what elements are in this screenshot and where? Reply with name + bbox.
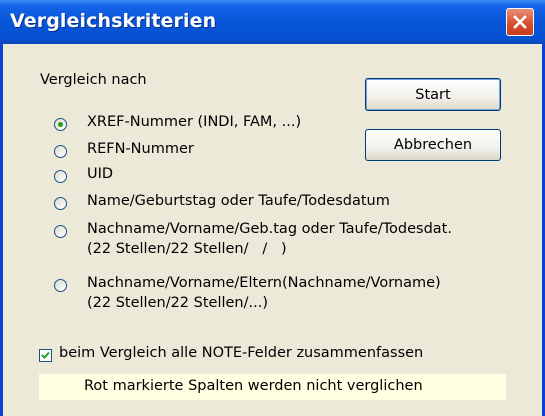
group-label: Vergleich nach — [40, 72, 147, 88]
radio-uid[interactable] — [54, 170, 67, 183]
checkmark-icon — [41, 351, 50, 359]
option-refn-label: REFN-Nummer — [87, 141, 194, 157]
start-button[interactable]: Start — [365, 78, 501, 111]
option-surname-given-birth-label: Nachname/Vorname/Geb.tag oder Taufe/Tode… — [87, 221, 452, 237]
option-surname-given-birth-detail: (22 Stellen/22 Stellen/ / ) — [87, 241, 287, 257]
window-title: Vergleichskriterien — [10, 10, 217, 32]
radio-surname-given-parents[interactable] — [54, 279, 67, 292]
option-uid-label: UID — [87, 166, 114, 182]
cancel-button[interactable]: Abbrechen — [365, 129, 501, 161]
option-surname-given-parents-label: Nachname/Vorname/Eltern(Nachname/Vorname… — [87, 275, 441, 291]
radio-xref[interactable] — [54, 118, 67, 131]
close-button[interactable] — [506, 8, 534, 36]
start-button-label: Start — [415, 86, 451, 103]
cancel-button-label: Abbrechen — [393, 137, 473, 153]
radio-name-birth[interactable] — [54, 197, 67, 210]
note-fields-checkbox[interactable] — [39, 349, 52, 362]
radio-refn[interactable] — [54, 145, 67, 158]
radio-surname-given-birth[interactable] — [54, 225, 67, 238]
dialog-window: Vergleichskriterien Vergleich nach Start… — [0, 0, 545, 416]
close-icon — [513, 15, 527, 29]
info-bar: Rot markierte Spalten werden nicht vergl… — [39, 374, 506, 400]
title-bar[interactable]: Vergleichskriterien — [0, 0, 545, 44]
note-fields-label: beim Vergleich alle NOTE-Felder zusammen… — [59, 345, 424, 361]
dialog-body: Vergleich nach Start Abbrechen XREF-Numm… — [3, 44, 542, 416]
info-text: Rot markierte Spalten werden nicht vergl… — [84, 378, 423, 394]
option-xref-label: XREF-Nummer (INDI, FAM, ...) — [87, 114, 302, 130]
option-surname-given-parents-detail: (22 Stellen/22 Stellen/...) — [87, 295, 268, 311]
option-name-birth-label: Name/Geburtstag oder Taufe/Todesdatum — [87, 193, 390, 209]
